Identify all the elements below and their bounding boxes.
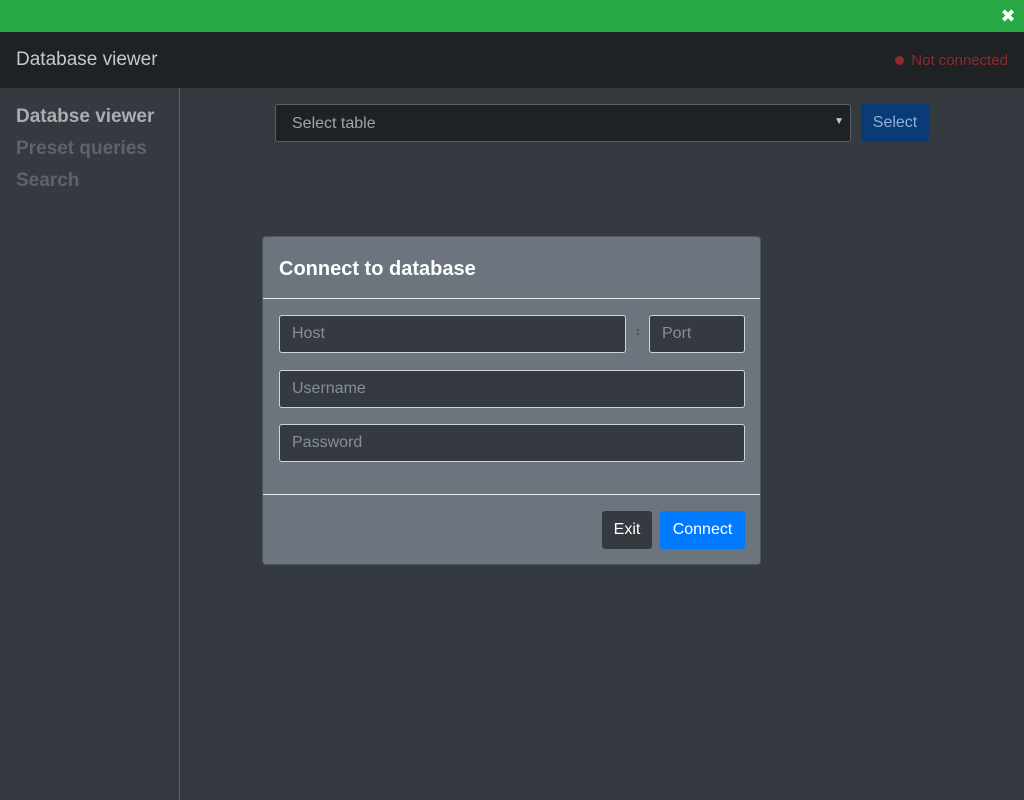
connection-status: Not connected [895, 52, 1008, 69]
window-titlebar: ✖ [0, 0, 1024, 32]
dialog-title: Connect to database [279, 258, 476, 280]
chevron-down-icon: ▼ [834, 116, 844, 127]
dialog-footer: Exit Connect [263, 494, 760, 564]
port-input[interactable] [649, 315, 745, 353]
connect-button[interactable]: Connect [660, 511, 745, 549]
dialog-header: Connect to database [263, 237, 760, 299]
connect-dialog: Connect to database : Exit Connect [262, 236, 761, 565]
sidebar-item-search[interactable]: Search [16, 170, 79, 192]
sidebar-item-preset-queries[interactable]: Preset queries [16, 138, 147, 160]
port-separator: : [636, 324, 640, 338]
username-input[interactable] [279, 370, 745, 408]
sidebar: Databse viewer Preset queries Search [0, 88, 180, 800]
table-select-value: Select table [292, 115, 376, 132]
password-input[interactable] [279, 424, 745, 462]
host-input[interactable] [279, 315, 626, 353]
close-icon[interactable]: ✖ [1000, 6, 1016, 26]
select-button[interactable]: Select [861, 104, 929, 142]
exit-button[interactable]: Exit [602, 511, 652, 549]
status-dot-icon [895, 56, 905, 65]
table-select[interactable]: Select table ▼ [275, 104, 851, 142]
navbar: Database viewer Not connected [0, 32, 1024, 88]
app-title: Database viewer [16, 49, 158, 70]
connection-status-text: Not connected [911, 52, 1008, 69]
sidebar-item-database-viewer[interactable]: Databse viewer [16, 106, 154, 128]
